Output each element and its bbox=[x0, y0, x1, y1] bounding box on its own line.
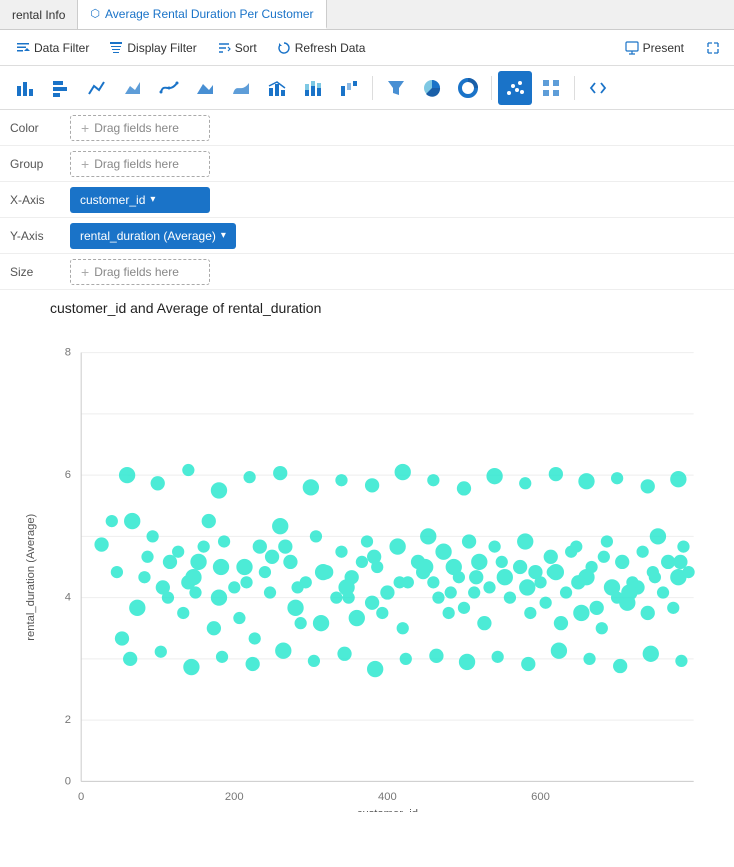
scatter-plot: 8 6 4 2 0 0 200 400 600 rental_duration … bbox=[10, 322, 724, 812]
chart-line-icon bbox=[87, 78, 107, 98]
svg-text:rental_duration (Average): rental_duration (Average) bbox=[25, 513, 37, 640]
tab-rental-info-label: rental Info bbox=[12, 8, 65, 22]
sort-icon bbox=[217, 41, 231, 55]
chart-type-bar bbox=[0, 66, 734, 110]
present-icon bbox=[625, 41, 639, 55]
color-drag-box[interactable]: + Drag fields here bbox=[70, 115, 210, 141]
y-axis-chevron-icon: ▾ bbox=[221, 230, 226, 241]
x-axis-label: X-Axis bbox=[10, 193, 70, 207]
svg-text:8: 8 bbox=[65, 347, 71, 359]
chart-donut-button[interactable] bbox=[451, 71, 485, 105]
display-filter-icon bbox=[109, 41, 123, 55]
chart-donut-icon bbox=[458, 78, 478, 98]
color-drag-text: Drag fields here bbox=[94, 121, 179, 135]
svg-text:2: 2 bbox=[65, 714, 71, 726]
scatter-svg: 8 6 4 2 0 0 200 400 600 rental_duration … bbox=[10, 322, 724, 812]
chart-area-icon bbox=[123, 78, 143, 98]
toolbar: Data Filter Display Filter Sort Refresh … bbox=[0, 30, 734, 66]
svg-text:6: 6 bbox=[65, 469, 71, 481]
chart-stacked-bar-button[interactable] bbox=[296, 71, 330, 105]
chart-mountain-button[interactable] bbox=[188, 71, 222, 105]
group-drag-text: Drag fields here bbox=[94, 157, 179, 171]
group-drag-box[interactable]: + Drag fields here bbox=[70, 151, 210, 177]
chart-filled-area-button[interactable] bbox=[224, 71, 258, 105]
y-axis-field-row: Y-Axis rental_duration (Average) ▾ bbox=[0, 218, 734, 254]
chart-pie-icon bbox=[422, 78, 442, 98]
svg-text:4: 4 bbox=[65, 592, 71, 604]
y-axis-value: rental_duration (Average) bbox=[80, 229, 216, 243]
group-field-row: Group + Drag fields here bbox=[0, 146, 734, 182]
chart-waterfall-icon bbox=[339, 78, 359, 98]
chart-line-button[interactable] bbox=[80, 71, 114, 105]
chart-area: customer_id and Average of rental_durati… bbox=[0, 290, 734, 812]
fields-panel: Color + Drag fields here Group + Drag fi… bbox=[0, 110, 734, 290]
chart-sep-2 bbox=[491, 76, 492, 100]
chart-bar-horizontal-icon bbox=[51, 78, 71, 98]
chart-pie-button[interactable] bbox=[415, 71, 449, 105]
chart-smooth-button[interactable] bbox=[152, 71, 186, 105]
tab-chart-icon: ⬡ bbox=[90, 7, 100, 20]
chart-bar-line-button[interactable] bbox=[260, 71, 294, 105]
svg-text:customer_id: customer_id bbox=[357, 808, 418, 812]
chart-bar-vertical-button[interactable] bbox=[8, 71, 42, 105]
chart-area-button[interactable] bbox=[116, 71, 150, 105]
chart-bar-vertical-icon bbox=[15, 78, 35, 98]
sort-button[interactable]: Sort bbox=[209, 37, 265, 59]
size-label: Size bbox=[10, 265, 70, 279]
chart-grid-button[interactable] bbox=[534, 71, 568, 105]
tab-avg-rental-label: Average Rental Duration Per Customer bbox=[105, 7, 314, 21]
color-field-row: Color + Drag fields here bbox=[0, 110, 734, 146]
toolbar-right: Present bbox=[615, 37, 726, 59]
size-plus-icon: + bbox=[81, 264, 89, 280]
chart-stacked-bar-icon bbox=[303, 78, 323, 98]
x-axis-value: customer_id bbox=[80, 193, 145, 207]
chart-title: customer_id and Average of rental_durati… bbox=[10, 300, 724, 316]
size-drag-text: Drag fields here bbox=[94, 265, 179, 279]
svg-text:600: 600 bbox=[531, 791, 550, 803]
chart-grid-icon bbox=[541, 78, 561, 98]
svg-text:400: 400 bbox=[378, 791, 397, 803]
refresh-button[interactable]: Refresh Data bbox=[269, 37, 374, 59]
svg-text:0: 0 bbox=[78, 791, 84, 803]
chart-waterfall-button[interactable] bbox=[332, 71, 366, 105]
chart-sep-1 bbox=[372, 76, 373, 100]
expand-icon bbox=[706, 41, 720, 55]
data-filter-icon bbox=[16, 41, 30, 55]
size-field-row: Size + Drag fields here bbox=[0, 254, 734, 290]
tabs-bar: rental Info ⬡ Average Rental Duration Pe… bbox=[0, 0, 734, 30]
y-axis-label: Y-Axis bbox=[10, 229, 70, 243]
chart-smooth-icon bbox=[159, 78, 179, 98]
color-plus-icon: + bbox=[81, 120, 89, 136]
present-button[interactable]: Present bbox=[615, 37, 694, 59]
display-filter-button[interactable]: Display Filter bbox=[101, 37, 204, 59]
size-drag-box[interactable]: + Drag fields here bbox=[70, 259, 210, 285]
svg-text:200: 200 bbox=[225, 791, 244, 803]
y-axis-chip[interactable]: rental_duration (Average) ▾ bbox=[70, 223, 236, 249]
chart-mountain-icon bbox=[195, 78, 215, 98]
tab-avg-rental[interactable]: ⬡ Average Rental Duration Per Customer bbox=[78, 0, 326, 29]
x-axis-chip[interactable]: customer_id ▾ bbox=[70, 187, 210, 213]
chart-sep-3 bbox=[574, 76, 575, 100]
chart-bar-horizontal-button[interactable] bbox=[44, 71, 78, 105]
x-axis-chevron-icon: ▾ bbox=[150, 194, 155, 205]
chart-scatter-icon bbox=[505, 78, 525, 98]
tab-rental-info[interactable]: rental Info bbox=[0, 0, 78, 29]
chart-filled-area-icon bbox=[231, 78, 251, 98]
svg-text:0: 0 bbox=[65, 775, 71, 787]
expand-button[interactable] bbox=[700, 37, 726, 59]
data-filter-button[interactable]: Data Filter bbox=[8, 37, 97, 59]
color-label: Color bbox=[10, 121, 70, 135]
chart-bar-line-icon bbox=[267, 78, 287, 98]
chart-funnel-icon bbox=[386, 78, 406, 98]
chart-code-left-button[interactable] bbox=[581, 71, 615, 105]
chart-scatter-button[interactable] bbox=[498, 71, 532, 105]
chart-code-left-icon bbox=[588, 78, 608, 98]
x-axis-field-row: X-Axis customer_id ▾ bbox=[0, 182, 734, 218]
refresh-icon bbox=[277, 41, 291, 55]
group-plus-icon: + bbox=[81, 156, 89, 172]
group-label: Group bbox=[10, 157, 70, 171]
chart-funnel-button[interactable] bbox=[379, 71, 413, 105]
